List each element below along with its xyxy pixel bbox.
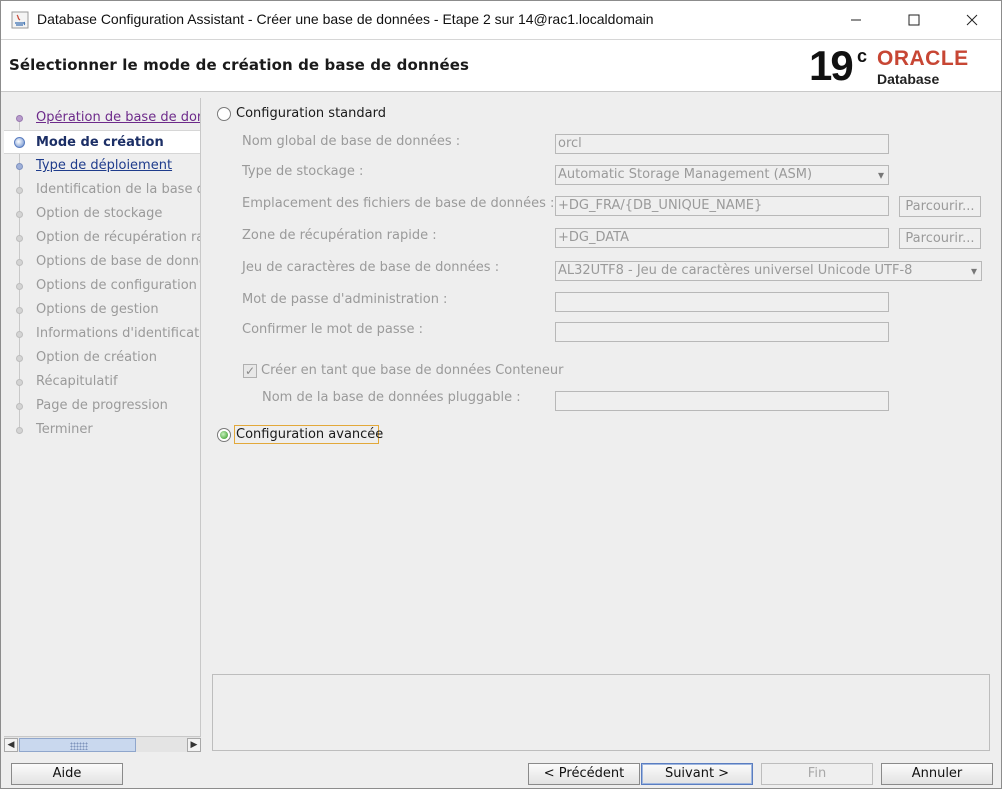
scroll-left-arrow-icon[interactable]: ◀ xyxy=(4,738,18,752)
minimize-button[interactable] xyxy=(827,1,885,39)
recovery-area-label: Zone de récupération rapide : xyxy=(242,228,437,243)
step-creation-option: Option de création xyxy=(4,346,200,370)
global-name-input[interactable]: orcl xyxy=(555,134,889,154)
confirm-password-input[interactable] xyxy=(555,322,889,342)
storage-type-select[interactable]: Automatic Storage Management (ASM) xyxy=(555,165,889,185)
logo-product: Database xyxy=(877,71,940,87)
standard-config-radio[interactable] xyxy=(217,107,231,121)
admin-password-label: Mot de passe d'administration : xyxy=(242,292,448,307)
step-label: Terminer xyxy=(36,422,93,437)
java-app-icon xyxy=(11,11,29,29)
title-bar: Database Configuration Assistant - Créer… xyxy=(1,1,1001,39)
step-label: Récapitulatif xyxy=(36,374,118,389)
header-divider xyxy=(1,91,1001,92)
scroll-right-arrow-icon[interactable]: ▶ xyxy=(187,738,201,752)
step-dot-icon xyxy=(16,259,23,266)
files-location-input[interactable]: +DG_FRA/{DB_UNIQUE_NAME} xyxy=(555,196,889,216)
scroll-thumb[interactable] xyxy=(19,738,136,752)
browse-files-button[interactable]: Parcourir... xyxy=(899,196,981,217)
sidebar-horizontal-scrollbar[interactable]: ◀ ▶ xyxy=(4,736,201,752)
previous-button[interactable]: < Précédent xyxy=(528,763,640,785)
step-dot-icon xyxy=(16,355,23,362)
global-name-label: Nom global de base de données : xyxy=(242,134,461,149)
step-dot-icon xyxy=(16,307,23,314)
step-configuration-options: Options de configuration xyxy=(4,274,200,298)
maximize-button[interactable] xyxy=(885,1,943,39)
page-title: Sélectionner le mode de création de base… xyxy=(9,56,470,74)
step-label: Identification de la base de données xyxy=(36,182,200,197)
step-management-options: Options de gestion xyxy=(4,298,200,322)
next-button[interactable]: Suivant > xyxy=(641,763,753,785)
step-deployment-type[interactable]: Type de déploiement xyxy=(4,154,200,178)
browse-recovery-button[interactable]: Parcourir... xyxy=(899,228,981,249)
step-dot-icon xyxy=(16,163,23,170)
step-database-operation[interactable]: Opération de base de données xyxy=(4,106,200,130)
container-db-checkbox[interactable]: ✓ xyxy=(243,364,257,378)
page-header: Sélectionner le mode de création de base… xyxy=(1,39,1001,91)
minimize-icon xyxy=(851,19,861,21)
step-database-identification: Identification de la base de données xyxy=(4,178,200,202)
step-progress-page: Page de progression xyxy=(4,394,200,418)
step-label: Option de création xyxy=(36,350,157,365)
step-label: Informations d'identification xyxy=(36,326,201,341)
step-label: Options de gestion xyxy=(36,302,159,317)
step-dot-icon xyxy=(16,427,23,434)
advanced-config-label[interactable]: Configuration avancée xyxy=(236,427,383,442)
step-creation-mode[interactable]: Mode de création xyxy=(4,130,200,154)
step-label: Option de stockage xyxy=(36,206,163,221)
help-button[interactable]: Aide xyxy=(11,763,123,785)
step-credentials: Informations d'identification xyxy=(4,322,201,346)
window-title: Database Configuration Assistant - Créer… xyxy=(37,11,654,27)
step-database-options: Options de base de données xyxy=(4,250,200,274)
dbca-window: Database Configuration Assistant - Créer… xyxy=(0,0,1002,789)
step-label: Option de récupération rapide xyxy=(36,230,200,245)
pluggable-name-input[interactable] xyxy=(555,391,889,411)
message-panel xyxy=(212,674,990,751)
step-dot-icon xyxy=(16,211,23,218)
recovery-area-input[interactable]: +DG_DATA xyxy=(555,228,889,248)
scroll-grip-icon xyxy=(70,742,88,750)
step-label: Opération de base de données xyxy=(36,110,200,125)
step-label: Options de base de données xyxy=(36,254,200,269)
step-dot-icon xyxy=(16,187,23,194)
step-label: Options de configuration xyxy=(36,278,197,293)
charset-select[interactable]: AL32UTF8 - Jeu de caractères universel U… xyxy=(555,261,982,281)
logo-brand: ORACLE xyxy=(877,47,969,70)
creation-mode-panel: Configuration standard Nom global de bas… xyxy=(206,98,996,668)
finish-button[interactable]: Fin xyxy=(761,763,873,785)
step-dot-icon xyxy=(16,283,23,290)
step-dot-icon xyxy=(16,379,23,386)
step-label: Mode de création xyxy=(36,135,164,150)
close-icon xyxy=(966,14,978,26)
steps-sidebar: Opération de base de données Mode de cré… xyxy=(4,98,201,752)
step-finish: Terminer xyxy=(4,418,200,442)
step-label: Type de déploiement xyxy=(36,158,173,173)
oracle-database-logo: 19 c ORACLE Database xyxy=(809,42,989,90)
files-location-label: Emplacement des fichiers de base de donn… xyxy=(242,196,555,211)
step-summary: Récapitulatif xyxy=(4,370,200,394)
advanced-config-radio[interactable] xyxy=(217,428,231,442)
storage-type-label: Type de stockage : xyxy=(242,164,364,179)
admin-password-input[interactable] xyxy=(555,292,889,312)
standard-config-label[interactable]: Configuration standard xyxy=(236,106,386,121)
step-dot-icon xyxy=(16,235,23,242)
step-dot-icon xyxy=(16,331,23,338)
confirm-password-label: Confirmer le mot de passe : xyxy=(242,322,423,337)
logo-version-sup: c xyxy=(857,46,868,66)
container-db-label: Créer en tant que base de données Conten… xyxy=(261,363,564,378)
step-storage-option: Option de stockage xyxy=(4,202,200,226)
pluggable-name-label: Nom de la base de données pluggable : xyxy=(262,390,521,405)
step-dot-icon xyxy=(16,115,23,122)
maximize-icon xyxy=(908,14,920,26)
close-button[interactable] xyxy=(943,1,1001,39)
step-label: Page de progression xyxy=(36,398,168,413)
charset-label: Jeu de caractères de base de données : xyxy=(242,260,500,275)
step-current-dot-icon xyxy=(14,137,25,148)
step-dot-icon xyxy=(16,403,23,410)
logo-version: 19 xyxy=(809,42,854,89)
step-fast-recovery: Option de récupération rapide xyxy=(4,226,200,250)
cancel-button[interactable]: Annuler xyxy=(881,763,993,785)
